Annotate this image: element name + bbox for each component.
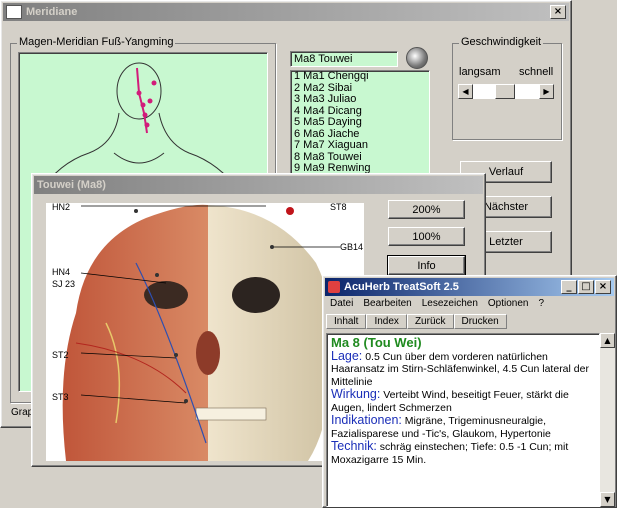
acuherb-title: AcuHerb TreatSoft 2.5	[344, 281, 459, 293]
speed-slow-label: langsam	[459, 66, 501, 78]
maximize-icon[interactable]: □	[578, 280, 594, 294]
wirkung-key: Wirkung:	[331, 387, 381, 401]
acuherb-toolbar: Inhalt Index Zurück Drucken	[326, 314, 507, 329]
anatomy-image: HN2 ST8 GB14 HN4 SJ 23 ST2 ST3 S	[46, 203, 364, 461]
acuherb-titlebar[interactable]: AcuHerb TreatSoft 2.5 _ □ ×	[325, 278, 614, 296]
label-st8: ST8	[330, 203, 347, 212]
indikationen-paragraph: Indikationen: Migräne, Trigeminusneuralg…	[331, 414, 595, 440]
head-anatomy-icon	[62, 204, 340, 461]
group-title: Magen-Meridian Fuß-Yangming	[17, 36, 176, 48]
minimize-icon[interactable]: _	[561, 280, 577, 294]
selected-point-field[interactable]: Ma8 Touwei	[290, 51, 398, 67]
topic-heading: Ma 8 (Tou Wei)	[331, 335, 422, 350]
list-item[interactable]: 3 Ma3 Juliao	[291, 93, 429, 106]
info-button[interactable]: Info	[387, 255, 466, 276]
app-icon	[6, 5, 22, 19]
speed-slider[interactable]: ◀ ▶	[458, 84, 554, 99]
acuherb-window: AcuHerb TreatSoft 2.5 _ □ × Datei Bearbe…	[322, 275, 617, 508]
label-gb14: GB14	[340, 242, 364, 252]
menu-lesezeichen[interactable]: Lesezeichen	[417, 297, 483, 310]
help-content: Ma 8 (Tou Wei) Lage: 0.5 Cun über dem vo…	[326, 333, 600, 507]
close-icon[interactable]: ×	[550, 5, 566, 19]
wirkung-paragraph: Wirkung: Verteibt Wind, beseitigt Feuer,…	[331, 388, 595, 414]
window-title: Meridiane	[26, 6, 78, 18]
touwei-titlebar[interactable]: Touwei (Ma8)	[34, 176, 483, 194]
technik-paragraph: Technik: schräg einstechen; Tiefe: 0.5 -…	[331, 440, 595, 466]
meridiane-titlebar[interactable]: Meridiane ×	[3, 3, 569, 21]
speed-group: Geschwindigkeit langsam schnell ◀ ▶	[452, 36, 562, 140]
zoom-200-button[interactable]: 200%	[388, 200, 465, 219]
acuherb-menubar: Datei Bearbeiten Lesezeichen Optionen ?	[325, 297, 614, 310]
zoom-100-button[interactable]: 100%	[388, 227, 465, 246]
lage-key: Lage:	[331, 348, 363, 363]
list-item[interactable]: 1 Ma1 Chengqi	[291, 71, 429, 83]
zurueck-button[interactable]: Zurück	[406, 314, 454, 329]
list-item[interactable]: 7 Ma7 Xiaguan	[291, 139, 429, 152]
acuherb-app-icon	[328, 281, 340, 293]
touwei-title: Touwei (Ma8)	[37, 179, 106, 191]
list-item[interactable]: 5 Ma5 Daying	[291, 116, 429, 129]
index-button[interactable]: Index	[366, 314, 407, 329]
slider-right-icon[interactable]: ▶	[539, 84, 554, 99]
content-scrollbar[interactable]: ▲ ▼	[600, 333, 615, 507]
scroll-down-icon[interactable]: ▼	[600, 492, 615, 507]
scroll-up-icon[interactable]: ▲	[600, 333, 615, 348]
close-icon[interactable]: ×	[595, 280, 611, 294]
lage-text: 0.5 Cun über dem vorderen natürlichen Ha…	[331, 350, 589, 388]
speed-group-title: Geschwindigkeit	[459, 36, 544, 48]
menu-datei[interactable]: Datei	[325, 297, 358, 310]
points-list[interactable]: 1 Ma1 Chengqi 2 Ma2 Sibai 3 Ma3 Juliao 4…	[290, 70, 430, 178]
label-st2: ST2	[52, 350, 69, 360]
speaker-icon[interactable]	[406, 47, 428, 69]
indikationen-key: Indikationen:	[331, 413, 402, 427]
technik-key: Technik:	[331, 439, 377, 453]
menu-bearbeiten[interactable]: Bearbeiten	[358, 297, 416, 310]
slider-thumb[interactable]	[495, 84, 515, 99]
lage-paragraph: Lage: 0.5 Cun über dem vorderen natürlic…	[331, 348, 595, 389]
drucken-button[interactable]: Drucken	[453, 314, 507, 329]
label-hn2: HN2	[52, 203, 71, 212]
scroll-thumb[interactable]	[600, 348, 615, 478]
selected-point-text: Ma8 Touwei	[294, 53, 353, 65]
label-hn4: HN4	[52, 267, 71, 277]
label-st3: ST3	[52, 392, 69, 402]
label-sj23: SJ 23	[52, 279, 76, 289]
menu-optionen[interactable]: Optionen	[483, 297, 534, 310]
menu-help[interactable]: ?	[533, 297, 549, 310]
speed-fast-label: schnell	[519, 66, 554, 78]
slider-left-icon[interactable]: ◀	[458, 84, 473, 99]
inhalt-button[interactable]: Inhalt	[326, 314, 367, 329]
status-text: Grap	[11, 407, 34, 418]
